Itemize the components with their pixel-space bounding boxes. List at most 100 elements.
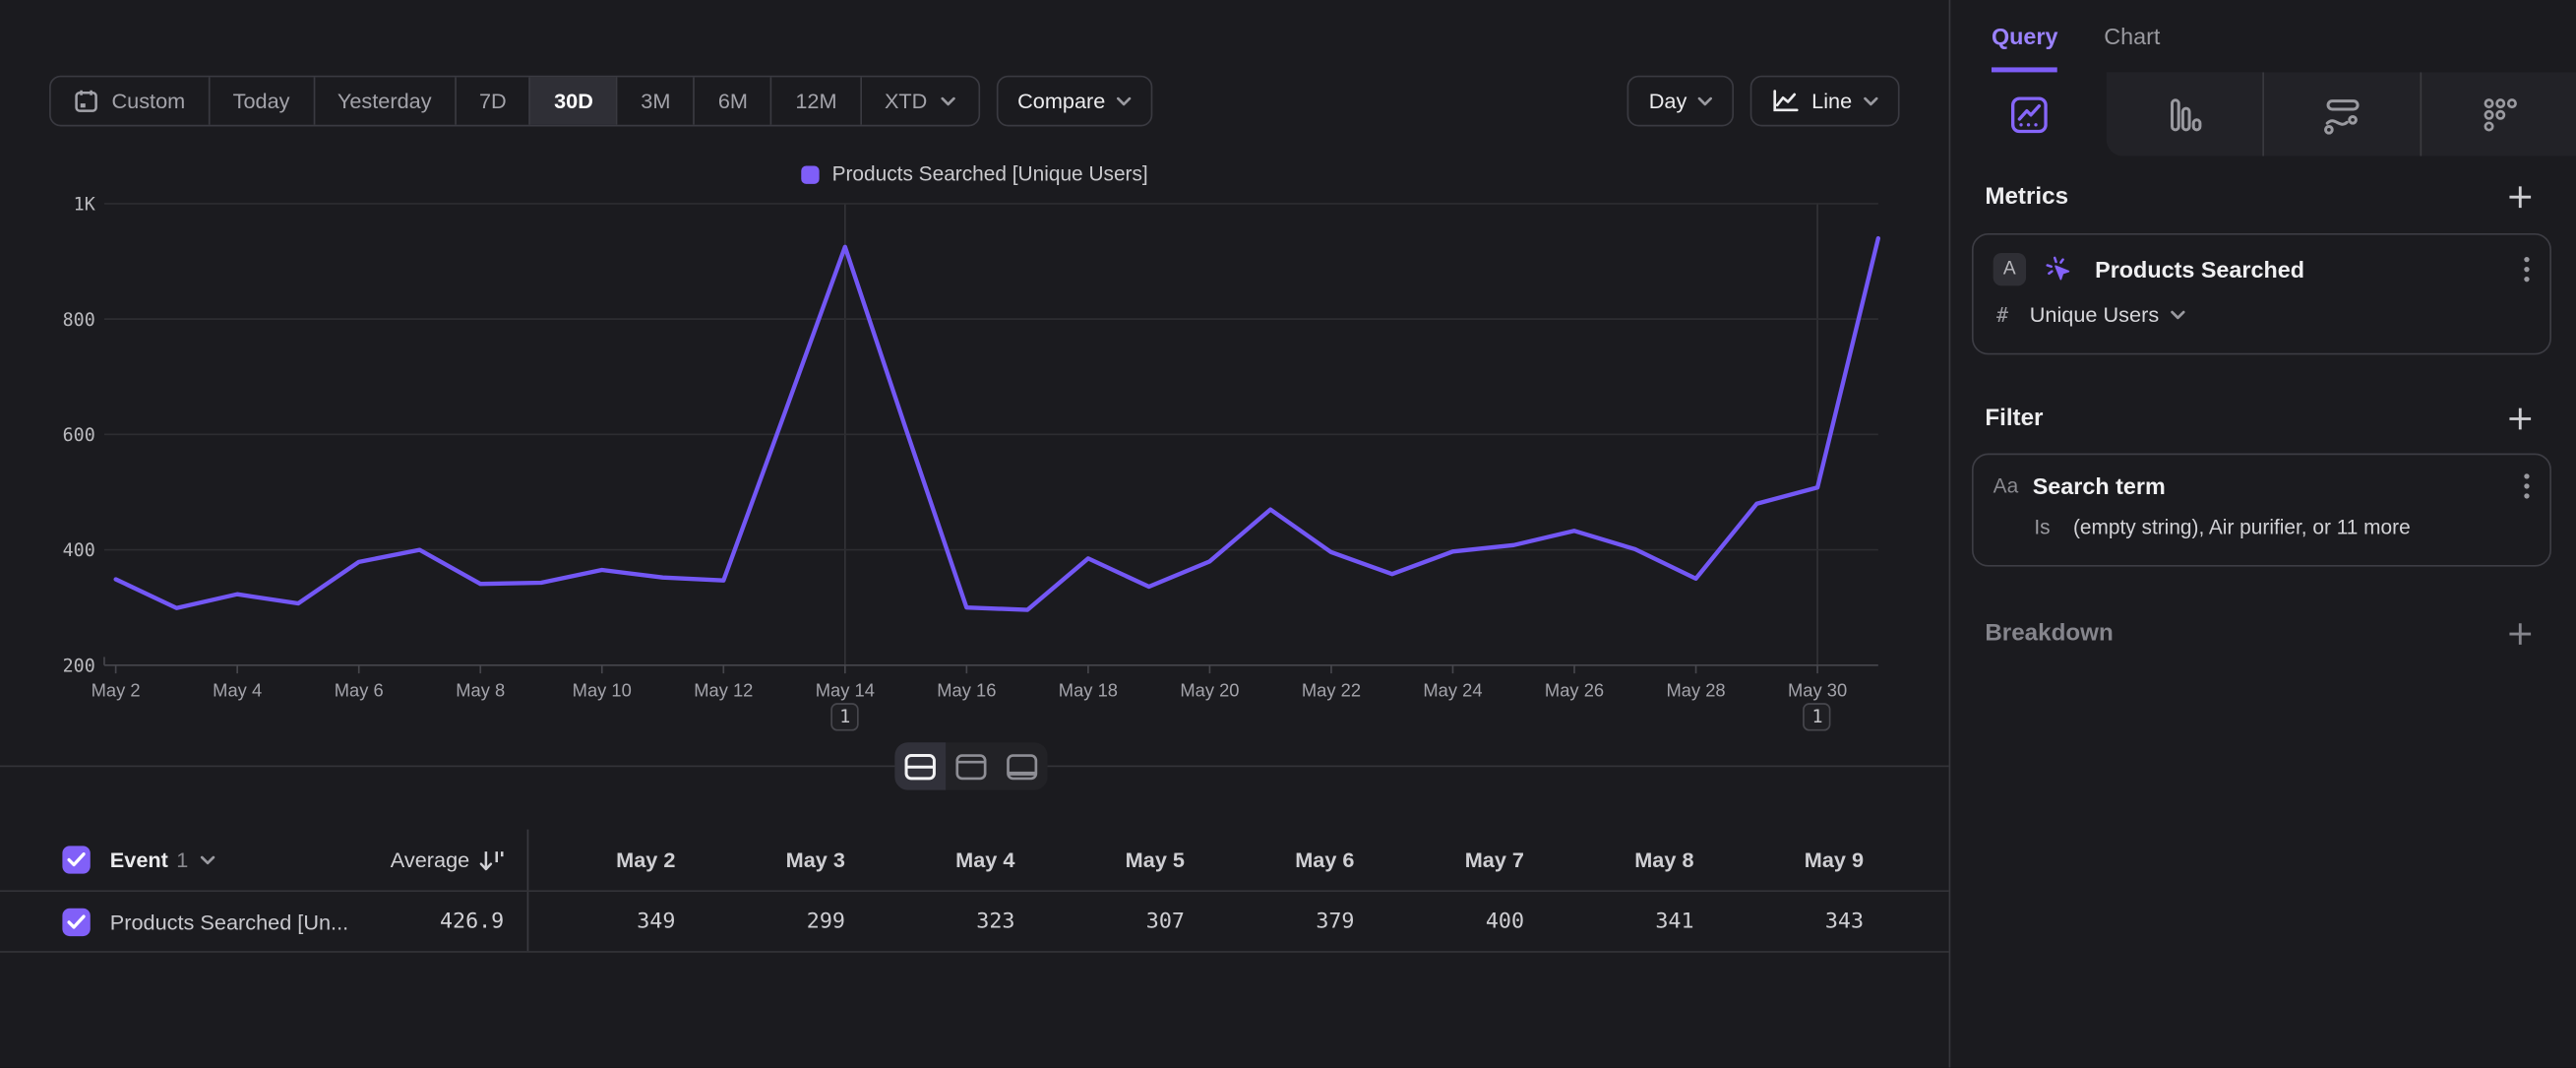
retention-dots-icon bbox=[2480, 94, 2519, 134]
range-6m-button[interactable]: 6M bbox=[694, 77, 771, 124]
row-checkbox[interactable] bbox=[62, 908, 90, 935]
svg-text:600: 600 bbox=[63, 425, 95, 446]
column-header[interactable]: May 3 bbox=[699, 848, 869, 872]
kebab-icon bbox=[2524, 256, 2531, 283]
retention-tab[interactable] bbox=[2420, 72, 2576, 156]
layout-table-button[interactable] bbox=[997, 742, 1048, 789]
range-custom-label: Custom bbox=[111, 89, 185, 113]
filter-value[interactable]: (empty string), Air purifier, or 11 more bbox=[2073, 516, 2411, 538]
table-cell: 323 bbox=[868, 910, 1038, 934]
add-metric-button[interactable] bbox=[2507, 184, 2534, 211]
svg-text:May 28: May 28 bbox=[1666, 679, 1725, 700]
chevron-down-icon bbox=[941, 96, 955, 106]
average-value: 426.9 bbox=[440, 910, 504, 934]
svg-text:May 24: May 24 bbox=[1423, 679, 1482, 700]
chart-style-button[interactable]: Line bbox=[1750, 76, 1899, 127]
flows-tab[interactable] bbox=[2262, 72, 2420, 156]
annotation-badge[interactable]: 1 bbox=[1804, 703, 1831, 730]
funnels-tab[interactable] bbox=[2107, 72, 2263, 156]
date-range-selector: Custom Today Yesterday 7D 30D 3M 6M 12M … bbox=[49, 76, 980, 127]
range-yesterday-button[interactable]: Yesterday bbox=[313, 77, 455, 124]
svg-text:May 26: May 26 bbox=[1545, 679, 1604, 700]
chart-panel: Products Searched [Unique Users] 2004006… bbox=[0, 155, 1949, 766]
metrics-section-header: Metrics bbox=[1985, 184, 2533, 211]
chart-view-icon bbox=[955, 753, 987, 780]
svg-text:May 30: May 30 bbox=[1788, 679, 1847, 700]
add-breakdown-button[interactable] bbox=[2507, 621, 2534, 648]
svg-text:May 14: May 14 bbox=[816, 679, 875, 700]
app-window: Custom Today Yesterday 7D 30D 3M 6M 12M … bbox=[0, 0, 2576, 1068]
line-chart-icon bbox=[1772, 89, 1800, 113]
chevron-down-icon[interactable] bbox=[200, 854, 215, 864]
annotation-badge[interactable]: 1 bbox=[831, 703, 859, 730]
event-cursor-icon bbox=[2044, 254, 2075, 285]
column-header[interactable]: May 4 bbox=[868, 848, 1038, 872]
flows-icon bbox=[2321, 94, 2363, 134]
breakdown-heading: Breakdown bbox=[1985, 621, 2113, 648]
insights-line-icon bbox=[2009, 94, 2049, 134]
range-12m-button[interactable]: 12M bbox=[770, 77, 860, 124]
column-header[interactable]: May 9 bbox=[1717, 848, 1887, 872]
report-type-selector bbox=[1950, 72, 2576, 156]
svg-text:May 4: May 4 bbox=[213, 679, 262, 700]
compare-button[interactable]: Compare bbox=[996, 76, 1152, 127]
event-count: 1 bbox=[176, 848, 188, 872]
svg-text:May 20: May 20 bbox=[1180, 679, 1239, 700]
event-header-label[interactable]: Event bbox=[110, 848, 168, 872]
chevron-down-icon[interactable] bbox=[2171, 310, 2185, 320]
insights-tab[interactable] bbox=[1950, 72, 2107, 156]
layout-chart-button[interactable] bbox=[946, 742, 997, 789]
table-cell: 299 bbox=[699, 910, 869, 934]
svg-text:May 16: May 16 bbox=[937, 679, 996, 700]
metric-card[interactable]: A Products Searched # Unique Users bbox=[1972, 233, 2551, 354]
kebab-icon bbox=[2524, 473, 2531, 500]
column-header[interactable]: May 2 bbox=[528, 848, 699, 872]
table-cell: 307 bbox=[1038, 910, 1208, 934]
filter-menu-button[interactable] bbox=[2524, 473, 2531, 500]
range-today-button[interactable]: Today bbox=[209, 77, 313, 124]
table-row-left: Products Searched [Un... 426.9 bbox=[0, 892, 528, 951]
filter-card[interactable]: Aa Search term Is (empty string), Air pu… bbox=[1972, 454, 2551, 567]
svg-text:May 6: May 6 bbox=[335, 679, 384, 700]
column-header[interactable]: May 8 bbox=[1547, 848, 1717, 872]
table-header-left: Event 1 Average bbox=[0, 830, 528, 891]
column-header[interactable]: May 5 bbox=[1038, 848, 1208, 872]
series-name: Products Searched [Un... bbox=[110, 910, 348, 934]
range-xtd-button[interactable]: XTD bbox=[860, 77, 978, 124]
metrics-heading: Metrics bbox=[1985, 184, 2068, 211]
tab-chart[interactable]: Chart bbox=[2104, 0, 2160, 72]
svg-text:May 22: May 22 bbox=[1302, 679, 1361, 700]
average-header[interactable]: Average bbox=[391, 848, 504, 872]
table-cell: 343 bbox=[1717, 910, 1887, 934]
range-3m-button[interactable]: 3M bbox=[616, 77, 694, 124]
svg-text:May 18: May 18 bbox=[1059, 679, 1118, 700]
range-custom-button[interactable]: Custom bbox=[51, 77, 209, 124]
chevron-down-icon bbox=[1864, 96, 1878, 106]
filter-section-header: Filter bbox=[1985, 406, 2533, 432]
column-header[interactable]: May 7 bbox=[1378, 848, 1548, 872]
layout-toggle-group bbox=[894, 742, 1047, 789]
svg-text:May 2: May 2 bbox=[92, 679, 141, 700]
column-header[interactable]: May 6 bbox=[1207, 848, 1378, 872]
table-cell: 349 bbox=[528, 910, 699, 934]
layout-split-button[interactable] bbox=[894, 742, 946, 789]
range-30d-button[interactable]: 30D bbox=[529, 77, 616, 124]
tab-query[interactable]: Query bbox=[1992, 0, 2058, 72]
svg-text:800: 800 bbox=[63, 310, 95, 331]
add-filter-button[interactable] bbox=[2507, 406, 2534, 432]
aggregation-selector[interactable]: Unique Users bbox=[2030, 302, 2159, 327]
svg-text:May 12: May 12 bbox=[694, 679, 753, 700]
select-all-checkbox[interactable] bbox=[62, 846, 90, 873]
filter-operator[interactable]: Is bbox=[2034, 516, 2050, 538]
line-chart[interactable]: 2004006008001KMay 2May 4May 6May 8May 10… bbox=[0, 155, 1949, 766]
toolbar-right: Day Line bbox=[1627, 76, 1899, 127]
granularity-button[interactable]: Day bbox=[1627, 76, 1735, 127]
table-header-row: Event 1 Average May 2 May 3 May 4 May 5 … bbox=[0, 830, 1949, 892]
plus-icon bbox=[2507, 406, 2534, 432]
breakdown-table: Event 1 Average May 2 May 3 May 4 May 5 … bbox=[0, 830, 1949, 953]
breakdown-section-header: Breakdown bbox=[1985, 621, 2533, 648]
metric-menu-button[interactable] bbox=[2524, 256, 2531, 283]
filter-heading: Filter bbox=[1985, 406, 2043, 432]
main-area: Custom Today Yesterday 7D 30D 3M 6M 12M … bbox=[0, 0, 1949, 1068]
range-7d-button[interactable]: 7D bbox=[455, 77, 529, 124]
